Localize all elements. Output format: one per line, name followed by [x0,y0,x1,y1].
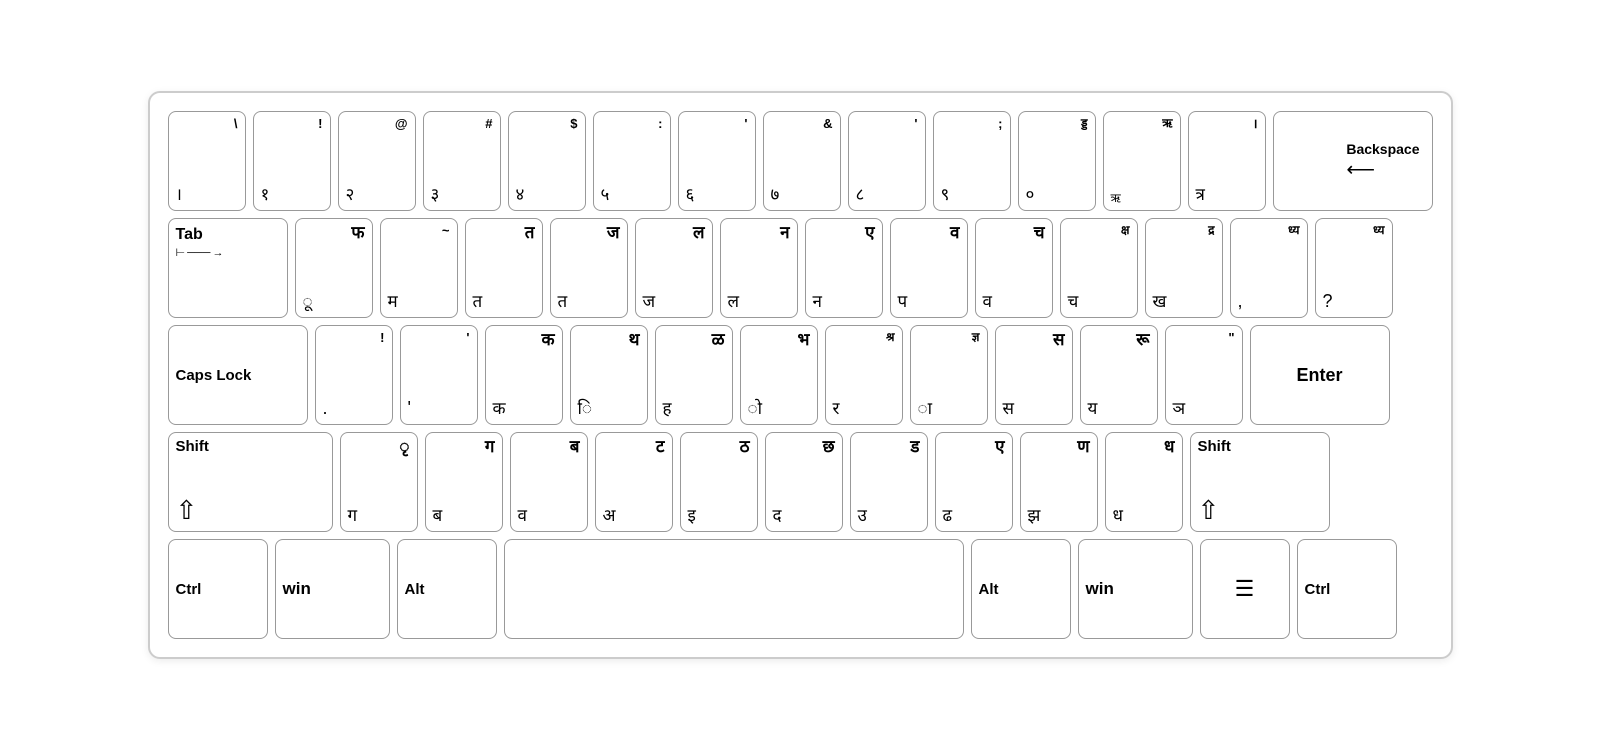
key-enter[interactable]: Enter [1250,325,1390,425]
key-win-left[interactable]: win [275,539,390,639]
key-n[interactable]: छ द [765,432,843,532]
key-ctrl-left[interactable]: Ctrl [168,539,268,639]
key-h[interactable]: भ ो [740,325,818,425]
key-x[interactable]: ग ब [425,432,503,532]
key-1[interactable]: ! १ [253,111,331,211]
key-5[interactable]: : ५ [593,111,671,211]
key-alt-left[interactable]: Alt [397,539,497,639]
key-lbracket[interactable]: द्र ख [1145,218,1223,318]
key-o[interactable]: च व [975,218,1053,318]
key-a[interactable]: ! . [315,325,393,425]
key-win-right[interactable]: win [1078,539,1193,639]
key-alt-right[interactable]: Alt [971,539,1071,639]
key-y[interactable]: न ल [720,218,798,318]
key-equals[interactable]: । त्र [1188,111,1266,211]
key-backslash[interactable]: ध्य ? [1315,218,1393,318]
key-ctrl-right[interactable]: Ctrl [1297,539,1397,639]
key-b[interactable]: ठ इ [680,432,758,532]
key-e[interactable]: त त [465,218,543,318]
key-semicolon[interactable]: रू य [1080,325,1158,425]
key-q[interactable]: फ ू [295,218,373,318]
keyboard-row-2: Tab ⊢ ─── → फ ू ~ म त त ज त ल ज [168,218,1433,318]
key-backspace[interactable]: Backspace ⟵ [1273,111,1433,211]
key-k[interactable]: ज्ञ ा [910,325,988,425]
key-menu[interactable]: ☰ [1200,539,1290,639]
key-j[interactable]: श्र र [825,325,903,425]
keyboard: \ । ! १ @ २ # ३ $ ४ : ५ ' ६ & ७ [148,91,1453,659]
key-0[interactable]: ड्ड ० [1018,111,1096,211]
key-g[interactable]: ळ ह [655,325,733,425]
key-p[interactable]: क्ष च [1060,218,1138,318]
key-9[interactable]: ; ९ [933,111,1011,211]
key-8[interactable]: ' ८ [848,111,926,211]
key-d[interactable]: क क [485,325,563,425]
keyboard-row-4: Shift ⇧ ृ ग ग ब ब व ट अ ठ इ छ द ड उ [168,432,1433,532]
key-shift-left[interactable]: Shift ⇧ [168,432,333,532]
key-backtick[interactable]: \ । [168,111,246,211]
keyboard-row-5: Ctrl win Alt Alt win ☰ Ctrl [168,539,1433,639]
key-quote[interactable]: " ञ [1165,325,1243,425]
key-caps-lock[interactable]: Caps Lock [168,325,308,425]
key-w[interactable]: ~ म [380,218,458,318]
key-c[interactable]: ब व [510,432,588,532]
key-f[interactable]: थ ि [570,325,648,425]
key-t[interactable]: ल ज [635,218,713,318]
key-tab[interactable]: Tab ⊢ ─── → [168,218,288,318]
key-s[interactable]: ' ' [400,325,478,425]
key-i[interactable]: व प [890,218,968,318]
key-3[interactable]: # ३ [423,111,501,211]
key-2[interactable]: @ २ [338,111,416,211]
key-l[interactable]: स स [995,325,1073,425]
key-4[interactable]: $ ४ [508,111,586,211]
key-z[interactable]: ृ ग [340,432,418,532]
key-comma[interactable]: ए ढ [935,432,1013,532]
key-r[interactable]: ज त [550,218,628,318]
keyboard-row-1: \ । ! १ @ २ # ३ $ ४ : ५ ' ६ & ७ [168,111,1433,211]
key-period[interactable]: ण झ [1020,432,1098,532]
key-space[interactable] [504,539,964,639]
key-m[interactable]: ड उ [850,432,928,532]
key-rbracket[interactable]: ध्य , [1230,218,1308,318]
key-u[interactable]: ए न [805,218,883,318]
key-6[interactable]: ' ६ [678,111,756,211]
key-7[interactable]: & ७ [763,111,841,211]
key-v[interactable]: ट अ [595,432,673,532]
key-slash[interactable]: ध ध [1105,432,1183,532]
key-shift-right[interactable]: Shift ⇧ [1190,432,1330,532]
key-minus[interactable]: ऋ ऋ [1103,111,1181,211]
keyboard-row-3: Caps Lock ! . ' ' क क थ ि ळ ह भ ो श्र र [168,325,1433,425]
